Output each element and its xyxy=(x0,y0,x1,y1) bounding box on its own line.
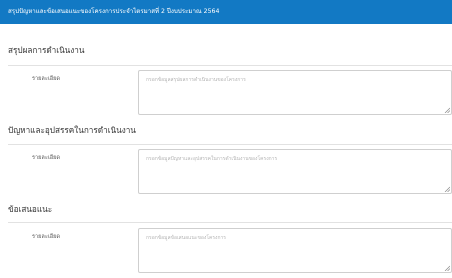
suggestions-textarea[interactable]: กรอกข้อมูลข้อเสนอแนะของโครงการ xyxy=(138,228,452,273)
section-divider xyxy=(8,222,452,223)
resize-grip-icon[interactable] xyxy=(444,186,450,192)
field-label: รายละเอียด xyxy=(32,155,61,161)
section-divider xyxy=(8,144,452,145)
section-title: ข้อเสนอแนะ xyxy=(8,204,53,214)
field-placeholder: กรอกข้อมูลปัญหาและอุปสรรคในการดำเนินงานข… xyxy=(146,156,278,162)
section-divider xyxy=(8,65,452,66)
panel-title: สรุปปัญหาและข้อเสนอแนะของโครงการประจำไตร… xyxy=(8,8,220,15)
field-label: รายละเอียด xyxy=(32,76,61,82)
field-placeholder: กรอกข้อมูลข้อเสนอแนะของโครงการ xyxy=(146,235,226,241)
resize-grip-icon[interactable] xyxy=(444,107,450,113)
section-title: ปัญหาและอุปสรรคในการดำเนินงาน xyxy=(8,125,136,135)
field-placeholder: กรอกข้อมูลสรุปผลการดำเนินงานของโครงการ xyxy=(146,77,246,83)
resize-grip-icon[interactable] xyxy=(444,265,450,271)
performance-summary-textarea[interactable]: กรอกข้อมูลสรุปผลการดำเนินงานของโครงการ xyxy=(138,70,452,115)
section-title: สรุปผลการดำเนินงาน xyxy=(8,45,85,55)
panel-header: สรุปปัญหาและข้อเสนอแนะของโครงการประจำไตร… xyxy=(0,0,452,24)
field-label: รายละเอียด xyxy=(32,234,61,240)
problems-obstacles-textarea[interactable]: กรอกข้อมูลปัญหาและอุปสรรคในการดำเนินงานข… xyxy=(138,149,452,194)
project-summary-panel: สรุปปัญหาและข้อเสนอแนะของโครงการประจำไตร… xyxy=(0,0,452,278)
